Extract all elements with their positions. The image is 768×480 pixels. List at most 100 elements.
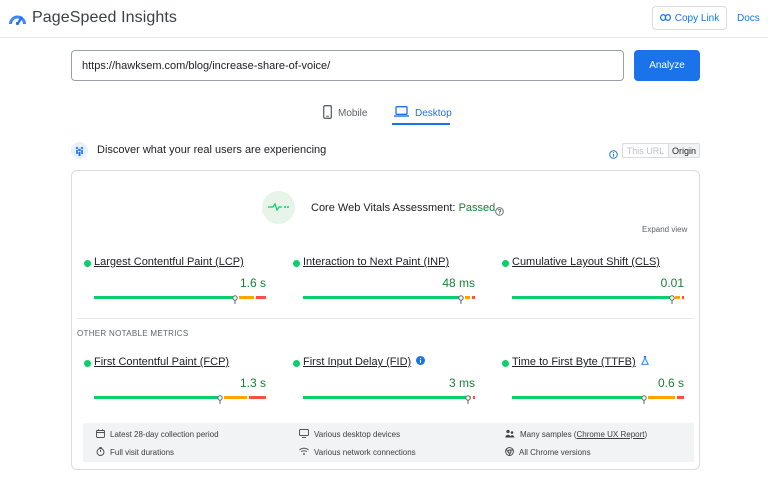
good-status-dot bbox=[84, 260, 91, 267]
percentile-marker-icon bbox=[669, 291, 675, 304]
active-tab-indicator bbox=[392, 123, 450, 125]
metric-value: 48 ms bbox=[442, 276, 475, 290]
metric-name[interactable]: Cumulative Layout Shift (CLS) bbox=[512, 256, 660, 268]
monitor-icon bbox=[299, 429, 309, 440]
docs-link[interactable]: Docs bbox=[737, 13, 760, 24]
footer-text: Various desktop devices bbox=[314, 430, 401, 439]
app-logo[interactable]: PageSpeed Insights bbox=[9, 9, 177, 27]
calendar-icon bbox=[96, 429, 105, 440]
good-status-dot bbox=[293, 360, 300, 367]
good-status-dot bbox=[293, 260, 300, 267]
percentile-marker-icon bbox=[465, 391, 471, 404]
percentile-marker-icon bbox=[641, 391, 648, 404]
percentile-marker-icon bbox=[232, 291, 238, 304]
url-input[interactable]: https://hawksem.com/blog/increase-share-… bbox=[71, 50, 624, 81]
footer-samples: Many samples (Chrome UX Report) bbox=[505, 429, 647, 440]
section-divider bbox=[77, 318, 694, 319]
metric-name[interactable]: Interaction to Next Paint (INP) bbox=[303, 256, 449, 268]
metric-value: 1.6 s bbox=[239, 276, 266, 290]
metric-value: 0.6 s bbox=[657, 376, 684, 390]
segment-good bbox=[303, 396, 468, 399]
this-url-toggle[interactable]: This URL bbox=[622, 143, 668, 158]
stopwatch-icon bbox=[96, 447, 105, 458]
copy-link-label: Copy Link bbox=[674, 12, 720, 24]
distribution-bar bbox=[512, 396, 684, 399]
distribution-bar bbox=[94, 396, 266, 399]
metric-inp: Interaction to Next Paint (INP) 48 ms bbox=[293, 256, 475, 304]
segment-poor bbox=[473, 396, 475, 399]
good-status-dot bbox=[84, 360, 91, 367]
chrome-ux-report-link[interactable]: Chrome UX Report bbox=[576, 430, 644, 439]
people-icon bbox=[505, 429, 515, 440]
help-icon[interactable] bbox=[495, 203, 504, 221]
tab-mobile-label: Mobile bbox=[338, 107, 368, 119]
link-icon bbox=[659, 13, 671, 24]
metric-name: First Input Delay (FID) bbox=[303, 356, 426, 368]
segment-needs-improvement bbox=[238, 296, 254, 299]
chrome-icon bbox=[505, 447, 514, 458]
metric-cls: Cumulative Layout Shift (CLS) 0.01 bbox=[502, 256, 684, 304]
other-metrics-heading: OTHER NOTABLE METRICS bbox=[77, 329, 189, 338]
metric-fcp: First Contentful Paint (FCP) 1.3 s bbox=[84, 356, 266, 404]
flask-icon[interactable] bbox=[640, 356, 649, 368]
laptop-icon bbox=[394, 106, 409, 120]
distribution-bar bbox=[512, 296, 684, 299]
metric-lcp: Largest Contentful Paint (LCP) 1.6 s bbox=[84, 256, 266, 304]
tab-desktop-label: Desktop bbox=[415, 107, 452, 119]
segment-needs-improvement bbox=[464, 296, 470, 299]
footer-text: Full visit durations bbox=[110, 448, 175, 457]
users-icon bbox=[71, 142, 88, 159]
cwv-badge bbox=[262, 191, 295, 224]
metric-name[interactable]: First Contentful Paint (FCP) bbox=[94, 356, 229, 368]
footer-text: Latest 28-day collection period bbox=[110, 430, 219, 439]
metric-value: 3 ms bbox=[448, 376, 475, 390]
footer-text: Many samples (Chrome UX Report) bbox=[520, 430, 647, 439]
cwv-status: Passed bbox=[458, 202, 496, 214]
segment-poor bbox=[255, 296, 266, 299]
cwv-assessment: Core Web Vitals Assessment: Passed bbox=[311, 202, 495, 214]
metric-name[interactable]: Largest Contentful Paint (LCP) bbox=[94, 256, 244, 268]
segment-poor bbox=[681, 296, 684, 299]
footer-text: All Chrome versions bbox=[519, 448, 591, 457]
tab-desktop[interactable]: Desktop bbox=[394, 101, 452, 125]
app-title: PageSpeed Insights bbox=[32, 9, 178, 26]
segment-poor bbox=[471, 296, 475, 299]
cwv-assessment-label: Core Web Vitals Assessment: bbox=[311, 202, 456, 214]
segment-poor bbox=[249, 396, 266, 399]
pulse-icon bbox=[267, 199, 290, 217]
info-icon[interactable] bbox=[416, 356, 426, 368]
good-status-dot bbox=[502, 360, 509, 367]
metric-fid: First Input Delay (FID) 3 ms bbox=[293, 356, 475, 404]
wifi-icon bbox=[299, 447, 309, 457]
tab-mobile[interactable]: Mobile bbox=[323, 101, 367, 125]
footer-visit-durations: Full visit durations bbox=[96, 447, 174, 458]
segment-good bbox=[94, 296, 237, 299]
footer-devices: Various desktop devices bbox=[299, 429, 400, 440]
segment-poor bbox=[677, 396, 684, 399]
footer-text-prefix: Many samples ( bbox=[520, 430, 577, 439]
distribution-bar bbox=[303, 296, 475, 299]
footer-collection-period: Latest 28-day collection period bbox=[96, 429, 219, 440]
metric-name-link[interactable]: First Input Delay (FID) bbox=[303, 356, 411, 368]
footer-text-suffix: ) bbox=[644, 430, 648, 439]
metric-name-link[interactable]: Time to First Byte (TTFB) bbox=[512, 356, 636, 368]
pagespeed-logo-icon bbox=[9, 11, 26, 25]
segment-needs-improvement bbox=[648, 396, 676, 399]
copy-link-button[interactable]: Copy Link bbox=[652, 6, 727, 30]
percentile-marker-icon bbox=[216, 391, 223, 404]
field-data-title: Discover what your real users are experi… bbox=[97, 144, 327, 156]
segment-good bbox=[303, 296, 463, 299]
analyze-button[interactable]: Analyze bbox=[634, 50, 700, 81]
top-bar: PageSpeed Insights Copy Link Docs bbox=[0, 0, 768, 38]
metric-value: 0.01 bbox=[660, 276, 684, 290]
expand-view-link[interactable]: Expand view bbox=[642, 225, 687, 234]
good-status-dot bbox=[502, 260, 509, 267]
phone-icon bbox=[323, 104, 332, 122]
metric-value: 1.3 s bbox=[239, 376, 266, 390]
segment-needs-improvement bbox=[674, 296, 680, 299]
info-icon[interactable] bbox=[609, 146, 618, 164]
origin-toggle[interactable]: Origin bbox=[668, 143, 700, 158]
distribution-bar bbox=[303, 396, 475, 399]
footer-text: Various network connections bbox=[314, 447, 416, 457]
metric-name: Time to First Byte (TTFB) bbox=[512, 356, 649, 368]
